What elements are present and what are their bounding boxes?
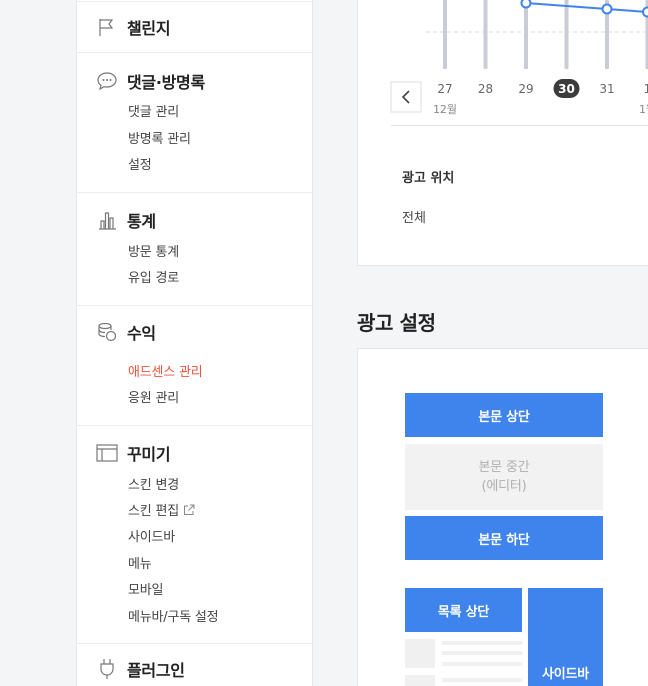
chart-day-label: 28	[478, 82, 493, 96]
sidebar-item-mobile[interactable]: 모바일	[128, 579, 163, 598]
list-line-placeholder	[442, 641, 522, 645]
ad-slot-sidebar[interactable]: 사이드바	[528, 588, 603, 686]
sidebar-item-comment-manage[interactable]: 댓글 관리	[128, 101, 179, 120]
chart-bar	[443, 0, 447, 69]
chart-day-label: 31	[599, 82, 614, 96]
ad-slot-body-middle-line2: (에디터)	[481, 479, 527, 494]
chart-day-label-selected: 30	[558, 82, 575, 96]
sidebar-item-referrer[interactable]: 유입 경로	[128, 267, 179, 286]
chart-month-label: 1월	[639, 103, 648, 116]
layout-icon	[96, 442, 118, 464]
daily-chart: 27 12월 28 29 30 31 1 1월	[390, 0, 648, 116]
list-thumb-placeholder	[405, 639, 435, 668]
skin-edit-label: 스킨 편집	[128, 504, 179, 519]
sidebar-group-revenue: 수익 애드센스 관리 응원 관리	[77, 306, 312, 426]
chart-prev-button[interactable]	[390, 81, 422, 113]
ad-settings-title: 광고 설정	[357, 311, 436, 335]
coins-icon	[96, 321, 118, 343]
ad-slot-body-middle-line1: 본문 중간	[478, 460, 530, 475]
chart-day-label: 29	[518, 82, 533, 96]
sidebar-group-comments: 댓글·방명록 댓글 관리 방명록 관리 설정	[77, 53, 312, 193]
ad-position-value: 전체	[402, 211, 426, 226]
sidebar-item-adsense-manage[interactable]: 애드센스 관리	[128, 361, 203, 380]
list-line-placeholder	[442, 678, 522, 682]
sidebar-plugins-link[interactable]: 플러그인	[96, 657, 185, 681]
chart-month-label: 12월	[433, 103, 457, 116]
sidebar-group-challenge: 챌린지	[77, 2, 312, 53]
sidebar-revenue-link[interactable]: 수익	[96, 320, 156, 344]
chart-point	[642, 6, 648, 18]
list-line-placeholder	[442, 662, 522, 666]
sidebar-design-title: 꾸미기	[127, 445, 171, 464]
list-thumb-placeholder	[405, 675, 435, 686]
sidebar-item-comment-settings[interactable]: 설정	[128, 154, 152, 173]
adsense-stats-card: 27 12월 28 29 30 31 1 1월 광고 위치 전체	[357, 0, 648, 266]
sidebar-plugins-title: 플러그인	[127, 661, 185, 680]
sidebar-item-visit-stats[interactable]: 방문 통계	[128, 241, 179, 260]
sidebar-stats-title: 통계	[127, 212, 156, 231]
sidebar-group-plugins: 플러그인	[77, 644, 312, 686]
chart-bar	[564, 0, 569, 69]
chart-day-label: 1	[644, 82, 648, 96]
sidebar-comments-title: 댓글·방명록	[127, 73, 205, 92]
external-link-icon	[183, 504, 195, 520]
chart-point	[601, 3, 613, 15]
ad-slot-body-bottom[interactable]: 본문 하단	[405, 516, 603, 560]
sidebar-item-guestbook-manage[interactable]: 방명록 관리	[128, 128, 191, 147]
bar-chart-icon	[96, 209, 118, 231]
chat-bubble-icon	[96, 70, 118, 92]
sidebar-item-skin-edit[interactable]: 스킨 편집	[128, 500, 195, 520]
chart-divider	[391, 125, 648, 126]
ad-layout-card: 본문 상단 본문 중간 (에디터) 본문 하단 목록 상단 사이드바	[357, 348, 648, 686]
sidebar-item-menu[interactable]: 메뉴	[128, 553, 152, 572]
sidebar-group-stats: 통계 방문 통계 유입 경로	[77, 193, 312, 306]
sidebar-stats-link[interactable]: 통계	[96, 208, 156, 232]
chart-point	[520, 0, 532, 9]
plug-icon	[96, 658, 118, 680]
sidebar-item-sidebar[interactable]: 사이드바	[128, 526, 175, 545]
list-line-placeholder	[442, 651, 522, 655]
chart-bar	[483, 0, 488, 69]
sidebar-item-skin-change[interactable]: 스킨 변경	[128, 474, 179, 493]
sidebar-revenue-title: 수익	[127, 324, 156, 343]
sidebar-comments-link[interactable]: 댓글·방명록	[96, 69, 205, 93]
flag-icon	[96, 16, 118, 38]
sidebar-group-design: 꾸미기 스킨 변경 스킨 편집 사이드바 메뉴 모바일 메뉴바/구독 설정	[77, 426, 312, 644]
sidebar-item-menubar-subscribe[interactable]: 메뉴바/구독 설정	[128, 606, 219, 625]
sidebar-design-link[interactable]: 꾸미기	[96, 441, 171, 465]
chart-series-line	[525, 2, 648, 13]
ad-slot-body-top[interactable]: 본문 상단	[405, 393, 603, 437]
ad-slot-body-middle[interactable]: 본문 중간 (에디터)	[405, 444, 603, 510]
ad-position-label: 광고 위치	[402, 171, 455, 186]
chart-bar	[524, 0, 528, 69]
ad-slot-list-top[interactable]: 목록 상단	[405, 588, 522, 632]
sidebar-challenge-title: 챌린지	[127, 19, 171, 38]
admin-sidebar: 챌린지 댓글·방명록 댓글 관리 방명록 관리 설정 통계 방문 통계 유입 경…	[76, 0, 313, 686]
sidebar-item-support-manage[interactable]: 응원 관리	[128, 387, 179, 406]
chart-day-label: 27	[437, 82, 452, 96]
sidebar-challenge-link[interactable]: 챌린지	[96, 15, 171, 39]
